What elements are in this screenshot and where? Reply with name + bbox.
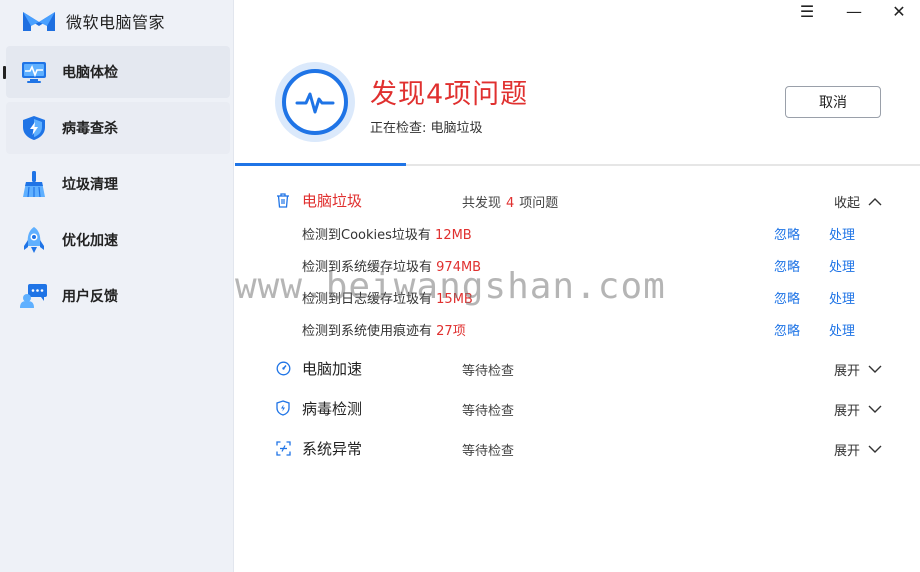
broom-icon	[19, 169, 49, 199]
ignore-button[interactable]: 忽略	[774, 288, 800, 307]
section-title: 系统异常	[302, 440, 363, 458]
rocket-icon	[19, 225, 49, 255]
app-title: 微软电脑管家	[66, 13, 166, 32]
toggle-label: 展开	[833, 444, 860, 459]
chevron-down-icon	[868, 445, 882, 453]
sidebar-item-label: 用户反馈	[62, 289, 118, 305]
toggle-label: 收起	[833, 196, 860, 211]
ignore-button[interactable]: 忽略	[774, 256, 800, 275]
sidebar-item-optimize[interactable]: 优化加速	[6, 214, 230, 266]
section-speedup: 电脑加速 等待检查 展开	[235, 352, 920, 384]
item-amount: 27项	[436, 324, 466, 339]
menu-button[interactable]: ☰	[787, 0, 827, 22]
section-junk: 电脑垃圾 共发现 4 项问题 收起	[235, 184, 920, 216]
toggle-label: 展开	[833, 404, 860, 419]
trash-icon	[275, 192, 291, 208]
scan-frame-icon	[275, 440, 291, 456]
scan-progress-fill	[235, 163, 407, 166]
chevron-up-icon	[868, 198, 882, 206]
item-amount: 12MB	[435, 228, 472, 243]
handle-button[interactable]: 处理	[829, 256, 855, 275]
pulse-icon	[282, 69, 348, 135]
scan-result-title: 发现4项问题	[370, 79, 529, 110]
ignore-button[interactable]: 忽略	[774, 224, 800, 243]
junk-item-usage-traces: 检测到系统使用痕迹有 27项	[302, 320, 466, 339]
scan-progress-bar	[235, 163, 920, 166]
logo-icon	[23, 12, 55, 31]
section-status: 等待检查	[462, 404, 515, 419]
junk-item-cookies: 检测到Cookies垃圾有 12MB	[302, 224, 472, 243]
section-virus: 病毒检测 等待检查 展开	[235, 392, 920, 424]
sidebar-item-label: 电脑体检	[62, 65, 118, 81]
section-status: 等待检查	[462, 364, 515, 379]
section-status: 共发现 4 项问题	[462, 192, 558, 211]
handle-button[interactable]: 处理	[829, 288, 855, 307]
menu-icon: ☰	[799, 1, 815, 21]
item-amount: 974MB	[436, 260, 482, 275]
sidebar-item-antivirus[interactable]: 病毒查杀	[6, 102, 230, 154]
status-suffix: 项问题	[519, 196, 559, 211]
item-text: 检测到日志缓存垃圾有	[302, 292, 433, 307]
sidebar-item-label: 垃圾清理	[62, 177, 118, 193]
item-text: 检测到系统使用痕迹有	[302, 324, 433, 339]
app-logo: 微软电脑管家	[22, 6, 165, 36]
handle-button[interactable]: 处理	[829, 320, 855, 339]
section-system: 系统异常 等待检查 展开	[235, 432, 920, 464]
item-text: 检测到Cookies垃圾有	[302, 228, 431, 243]
active-indicator	[3, 66, 6, 79]
feedback-user-icon	[19, 281, 49, 311]
item-text: 检测到系统缓存垃圾有	[302, 260, 433, 275]
section-status: 等待检查	[462, 444, 515, 459]
sidebar-item-checkup[interactable]: 电脑体检	[3, 46, 230, 98]
section-title: 电脑垃圾	[302, 192, 363, 210]
junk-item-system-cache: 检测到系统缓存垃圾有 974MB	[302, 256, 481, 275]
expand-toggle[interactable]: 展开	[834, 440, 882, 459]
handle-button[interactable]: 处理	[829, 224, 855, 243]
toggle-label: 展开	[833, 364, 860, 379]
sidebar: 微软电脑管家 电脑体检 病毒查杀 垃圾清理 优化加速 用户反馈	[0, 0, 234, 572]
minimize-icon: —	[846, 1, 862, 21]
speedometer-icon	[275, 360, 291, 376]
shield-bolt-icon	[275, 400, 291, 416]
chevron-down-icon	[868, 405, 882, 413]
shield-bolt-icon	[19, 113, 49, 143]
expand-toggle[interactable]: 展开	[834, 400, 882, 419]
expand-toggle[interactable]: 展开	[834, 360, 882, 379]
sidebar-item-label: 优化加速	[62, 233, 118, 249]
close-button[interactable]: ✕	[879, 0, 919, 22]
sidebar-item-label: 病毒查杀	[62, 121, 118, 137]
collapse-toggle[interactable]: 收起	[834, 192, 882, 211]
minimize-button[interactable]: —	[834, 0, 874, 22]
junk-item-log-cache: 检测到日志缓存垃圾有 15MB	[302, 288, 473, 307]
issue-count: 4	[506, 196, 515, 211]
sidebar-item-feedback[interactable]: 用户反馈	[6, 270, 230, 322]
chevron-down-icon	[868, 365, 882, 373]
scan-status-graphic	[275, 62, 355, 142]
close-icon: ✕	[892, 1, 906, 21]
item-amount: 15MB	[436, 292, 473, 307]
app-window: 微软电脑管家 电脑体检 病毒查杀 垃圾清理 优化加速 用户反馈 ☰ — ✕ 发现…	[0, 0, 920, 572]
cancel-button[interactable]: 取消	[785, 86, 881, 118]
ignore-button[interactable]: 忽略	[774, 320, 800, 339]
section-title: 电脑加速	[302, 360, 363, 378]
monitor-pulse-icon	[19, 57, 49, 87]
scan-current-item: 正在检查: 电脑垃圾	[370, 121, 483, 136]
status-prefix: 共发现	[462, 196, 502, 211]
section-title: 病毒检测	[302, 400, 363, 418]
sidebar-item-cleanup[interactable]: 垃圾清理	[6, 158, 230, 210]
